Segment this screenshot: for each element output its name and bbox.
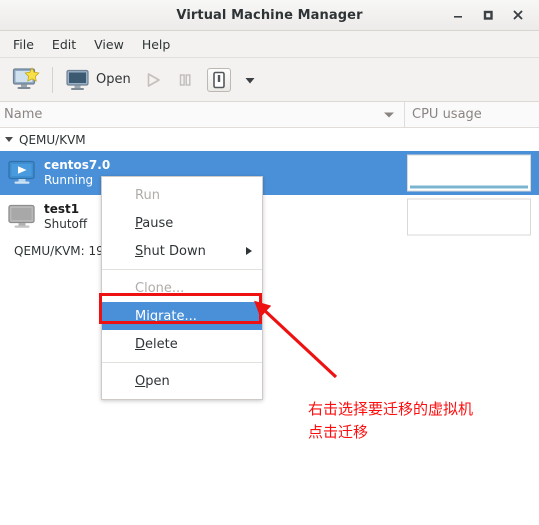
minimize-icon[interactable]	[443, 2, 473, 28]
cpu-usage-sparkline-centos7	[407, 154, 531, 192]
toolbar-separator	[52, 66, 53, 93]
new-vm-button[interactable]	[6, 63, 46, 97]
context-menu-item-pause[interactable]: Pause	[102, 209, 262, 237]
context-menu-item-open[interactable]: Open	[102, 367, 262, 395]
context-menu-separator	[102, 269, 262, 270]
vm-row-centos7[interactable]: centos7.0 Running	[0, 151, 539, 195]
context-menu-item-pause-label: Pause	[135, 215, 174, 231]
open-button-label: Open	[96, 72, 131, 87]
connection-group-label: QEMU/KVM	[19, 132, 86, 147]
menu-file[interactable]: File	[4, 34, 43, 55]
connection-status-text: QEMU/KVM: 192	[14, 244, 112, 258]
open-button[interactable]: Open	[59, 63, 137, 97]
context-menu-item-clone-label: Clone...	[135, 280, 185, 296]
column-headers: Name CPU usage	[0, 102, 539, 128]
context-menu-item-migrate[interactable]: Migrate...	[102, 302, 262, 330]
context-menu-item-open-label: Open	[135, 373, 170, 389]
column-header-name-label: Name	[4, 107, 43, 122]
expander-triangle-icon[interactable]	[5, 137, 13, 142]
menu-view[interactable]: View	[85, 34, 133, 55]
toolbar-dropdown-button[interactable]	[237, 63, 263, 97]
vm-context-menu: Run Pause Shut Down Clone... Migrate... …	[101, 176, 263, 400]
sparkline-trace	[410, 185, 528, 189]
vm-running-icon	[0, 160, 44, 186]
column-header-name[interactable]: Name	[0, 102, 405, 127]
annotation-text: 右击选择要迁移的虚拟机 点击迁移	[308, 400, 474, 441]
column-header-cpu-usage[interactable]: CPU usage	[405, 102, 539, 127]
menu-bar: File Edit View Help	[0, 31, 539, 58]
shutdown-button[interactable]	[201, 63, 237, 97]
vm-row-test1[interactable]: test1 Shutoff	[0, 195, 539, 239]
monitor-icon	[65, 69, 91, 91]
vm-row-text: test1 Shutoff	[44, 202, 87, 232]
close-icon[interactable]	[503, 2, 533, 28]
virtual-machine-manager-window: Virtual Machine Manager File Edit View H…	[0, 0, 539, 525]
window-controls	[443, 0, 533, 30]
vm-name: test1	[44, 202, 80, 216]
vm-shutoff-icon	[0, 204, 44, 230]
menu-help[interactable]: Help	[133, 34, 180, 55]
title-bar: Virtual Machine Manager	[0, 0, 539, 31]
context-menu-item-delete[interactable]: Delete	[102, 330, 262, 358]
play-icon	[143, 70, 163, 90]
vm-state: Shutoff	[44, 217, 88, 231]
context-menu-item-run-label: Run	[135, 187, 160, 203]
context-menu-item-shut-down[interactable]: Shut Down	[102, 237, 262, 265]
connection-group-qemu-kvm[interactable]: QEMU/KVM	[0, 128, 539, 151]
toolbar: Open	[0, 58, 539, 102]
sort-descending-icon[interactable]	[384, 112, 394, 117]
run-button[interactable]	[137, 63, 169, 97]
shutdown-icon	[206, 67, 231, 92]
menu-edit[interactable]: Edit	[43, 34, 85, 55]
vm-list: QEMU/KVM centos7.0 Running test1 Shutoff…	[0, 128, 539, 263]
context-menu-separator	[102, 362, 262, 363]
window-title: Virtual Machine Manager	[176, 7, 363, 23]
context-menu-item-shut-down-label: Shut Down	[135, 243, 206, 259]
context-menu-item-migrate-label: Migrate...	[135, 308, 197, 324]
pause-icon	[175, 70, 195, 90]
maximize-icon[interactable]	[473, 2, 503, 28]
context-menu-item-clone[interactable]: Clone...	[102, 274, 262, 302]
context-menu-item-run[interactable]: Run	[102, 181, 262, 209]
column-header-cpu-label: CPU usage	[412, 107, 482, 122]
cpu-usage-sparkline-test1	[407, 198, 531, 236]
context-menu-item-delete-label: Delete	[135, 336, 178, 352]
vm-name: centos7.0	[44, 158, 111, 172]
chevron-down-icon	[243, 73, 257, 87]
submenu-arrow-icon	[246, 247, 252, 255]
new-vm-icon	[12, 66, 40, 93]
pause-button[interactable]	[169, 63, 201, 97]
